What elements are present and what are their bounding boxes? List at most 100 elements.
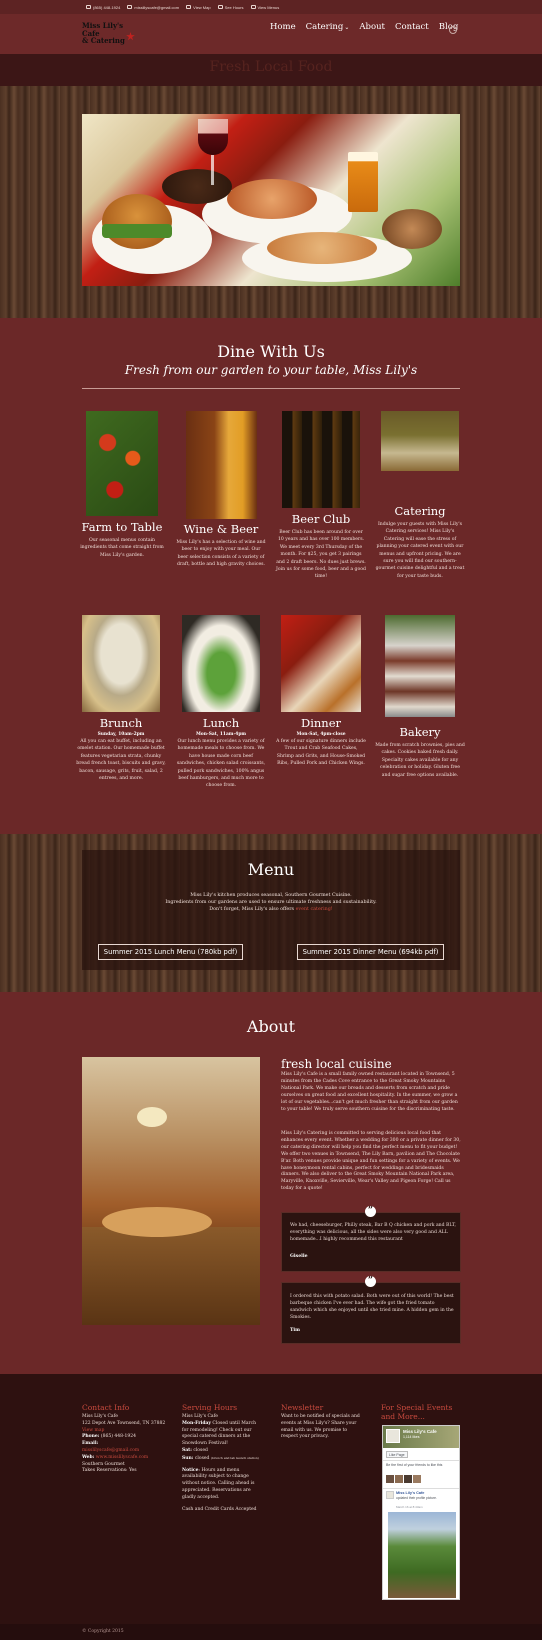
sun-label: Sun: <box>182 1455 194 1461</box>
lunch-title: Lunch <box>202 716 240 730</box>
search-icon[interactable] <box>449 26 457 34</box>
beer-club-title: Beer Club <box>291 512 351 526</box>
testimonial-1-author: Giselle <box>290 1254 308 1259</box>
bakery-image <box>385 615 455 717</box>
lunch-image <box>182 615 260 712</box>
dine-title: Dine With Us <box>217 342 325 361</box>
main-nav: Home Catering⌄ About Contact Blog <box>270 22 458 36</box>
farm-to-table-image <box>86 411 158 516</box>
contact-info: Miss Lily's Cafe 122 Depot Ave Townsend,… <box>82 1414 166 1475</box>
about-paragraph-1: Miss Lily's Cafe is a small family owned… <box>281 1072 458 1112</box>
about-paragraph-2: Miss Lily's Catering is committed to ser… <box>281 1131 461 1192</box>
testimonial-2-author: Tim <box>290 1328 301 1333</box>
see-hours-text: See Hours <box>224 4 244 10</box>
testimonial-2-text: I ordered this with potato salad. Both w… <box>290 1294 454 1320</box>
brunch-desc: All you can eat buffet, including an ome… <box>76 739 166 782</box>
nav-about[interactable]: About <box>359 22 385 36</box>
quote-icon: ” <box>365 1276 376 1287</box>
events-heading: For Special Events and More... <box>381 1403 453 1421</box>
dinner-title: Dinner <box>300 716 341 730</box>
menu-line3: Don't forget, Miss Lily's also offers ev… <box>82 907 460 914</box>
about-heading: fresh local cuisine <box>281 1057 392 1071</box>
sun-note: (brunch and lab launch station) <box>210 1455 259 1460</box>
catering-image <box>381 411 459 471</box>
newsletter-text: Want to be notified of specials and even… <box>281 1414 360 1440</box>
brunch-image <box>82 615 160 712</box>
sat-label: Sat: <box>182 1447 192 1453</box>
dine-subtitle: Fresh from our garden to your table, Mis… <box>124 363 418 377</box>
menu-icon <box>250 5 256 9</box>
fb-friends-text: Be the first of your friends to like thi… <box>386 1463 443 1467</box>
dining-room-image <box>82 1057 260 1325</box>
farm-to-table-title: Farm to Table <box>81 520 163 534</box>
sat-hours: closed <box>191 1447 208 1453</box>
hours-name: Miss Lily's Cafe <box>182 1414 218 1419</box>
wine-beer-title: Wine & Beer <box>183 522 259 536</box>
nav-home[interactable]: Home <box>270 22 296 36</box>
view-menus-link[interactable]: View Menus <box>250 5 279 10</box>
catering-title: Catering <box>394 504 446 518</box>
menu-line1: Miss Lily's kitchen produces seasonal, S… <box>190 893 352 898</box>
email-link[interactable]: misslilyscafe@gmail.com <box>82 1448 166 1455</box>
testimonial-1-text: We had, cheeseburger, Philly steak, Bar … <box>290 1223 456 1242</box>
testimonial-1: We had, cheeseburger, Philly steak, Bar … <box>281 1212 461 1272</box>
about-title: About <box>246 1017 296 1036</box>
beer-club-desc: Beer Club has been around for over 10 ye… <box>276 530 366 580</box>
hours-heading: Serving Hours <box>182 1403 238 1412</box>
notice-label: Notice <box>182 1467 199 1473</box>
beer-club-image <box>282 411 360 508</box>
chevron-down-icon: ⌄ <box>344 24 350 31</box>
map-icon <box>186 5 192 9</box>
nav-catering[interactable]: Catering⌄ <box>306 22 350 36</box>
newsletter-heading: Newsletter <box>281 1403 324 1412</box>
dinner-time: Mon-Sat, 4pm-close <box>296 732 346 737</box>
menu-line2: Ingredients from our gardens are used to… <box>165 900 377 905</box>
facebook-widget[interactable]: Miss Lily's Cafe 1,114 likes Like Page B… <box>382 1425 460 1600</box>
testimonial-2: I ordered this with potato salad. Both w… <box>281 1282 461 1344</box>
phone-item[interactable]: (865) 448-1924 <box>86 5 120 10</box>
lunch-menu-button[interactable]: Summer 2015 Lunch Menu (780kb pdf) <box>98 944 243 960</box>
wine-beer-desc: Miss Lily's has a selection of wine and … <box>176 540 266 568</box>
quote-icon: ” <box>365 1206 376 1217</box>
phone-label: Phone: <box>82 1434 100 1440</box>
menu-title: Menu <box>247 860 295 879</box>
logo[interactable]: Miss Lily's Cafe & Catering <box>82 22 138 46</box>
payment-info: Cash and Credit Cards Accepted <box>182 1506 257 1512</box>
view-map-link[interactable]: View Map <box>186 5 211 10</box>
sun-hours: closed <box>193 1455 210 1461</box>
dinner-menu-button[interactable]: Summer 2015 Dinner Menu (694kb pdf) <box>297 944 444 960</box>
wine-beer-image <box>186 411 257 519</box>
email-item[interactable]: misslilyscafe@gmail.com <box>127 5 179 10</box>
clock-icon <box>217 5 223 9</box>
contact-heading: Contact Info <box>82 1403 130 1412</box>
mail-icon <box>127 5 133 9</box>
nav-contact[interactable]: Contact <box>395 22 429 36</box>
fb-likes: 1,114 likes <box>403 1435 420 1439</box>
hours-info: Miss Lily's Cafe Mon-Friday Closed until… <box>182 1414 262 1513</box>
hero-image <box>82 114 460 286</box>
phone-value: (865) 448-1924 <box>100 1434 136 1440</box>
fb-page-name: Miss Lily's Cafe <box>403 1429 437 1434</box>
see-hours-link[interactable]: See Hours <box>217 4 244 10</box>
email-label: Email: <box>82 1441 99 1447</box>
fb-like-button[interactable]: Like Page <box>386 1451 408 1458</box>
contact-address: 122 Depot Ave Townsend, TN 37882 <box>82 1420 166 1426</box>
lunch-time: Mon-Sat, 11am-4pm <box>195 732 247 737</box>
mf-label: Mon-Friday <box>182 1420 211 1426</box>
copyright: © Copyright 2015 <box>82 1629 124 1634</box>
phone-icon <box>86 5 91 9</box>
reservations-info: Takes Reservations: Yes <box>82 1468 137 1474</box>
fb-post-author: Miss Lily's Cafe <box>396 1491 425 1495</box>
divider <box>82 388 460 389</box>
fb-post-time: March 16 at 8:43am <box>396 1505 423 1509</box>
fb-post-text: updated their profile picture. <box>396 1496 437 1500</box>
lunch-desc: Our lunch menu provides a variety of hom… <box>176 739 266 789</box>
bakery-desc: Made from scratch brownies, pies and cak… <box>375 743 465 778</box>
event-catering-link[interactable]: event catering! <box>296 907 333 912</box>
web-link[interactable]: www.misslilyscafe.com <box>96 1455 148 1460</box>
dinner-image <box>281 615 361 712</box>
phone-text: (865) 448-1924 <box>93 4 121 10</box>
farm-to-table-desc: Our seasonal menus contain ingredients t… <box>80 538 164 558</box>
top-bar: (865) 448-1924 misslilyscafe@gmail.com V… <box>0 0 542 14</box>
logo-line1: Miss Lily's Cafe <box>82 21 124 38</box>
